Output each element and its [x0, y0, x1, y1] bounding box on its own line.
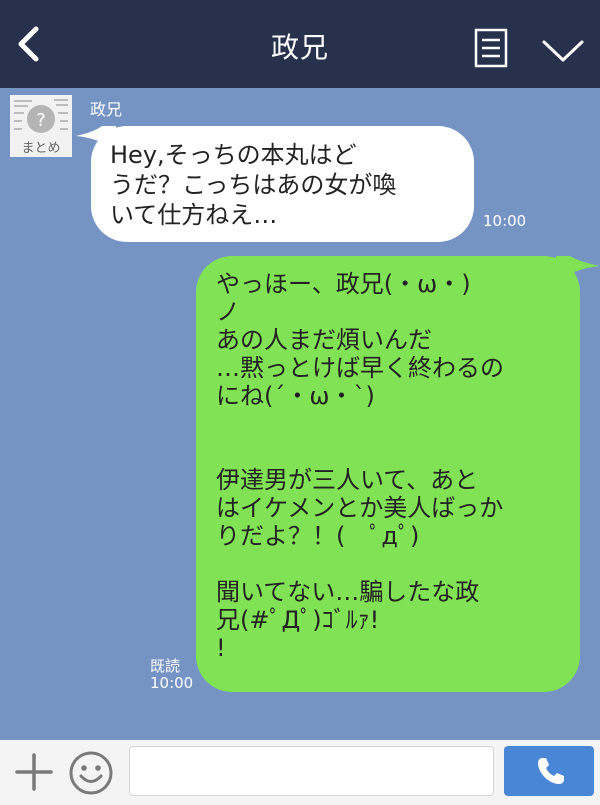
svg-text:?: ? — [36, 110, 46, 131]
note-icon[interactable] — [474, 28, 508, 68]
header-bar: 政兄 — [0, 0, 600, 88]
incoming-timestamp: 10:00 — [483, 212, 527, 230]
plus-icon[interactable] — [14, 752, 54, 792]
message-input[interactable] — [129, 746, 494, 796]
avatar[interactable]: ? まとめ — [10, 95, 72, 157]
phone-icon — [538, 758, 564, 784]
avatar-text: まとめ — [21, 141, 60, 156]
incoming-message-text: Hey,そっちの本丸はど うだ？こっちはあの女が喚 いて仕方ねえ… — [110, 141, 397, 229]
sender-name: 政兄 — [90, 100, 123, 119]
outgoing-timestamp: 10:00 — [150, 674, 194, 692]
read-receipt: 既読 — [150, 657, 181, 675]
chevron-down-icon[interactable] — [541, 38, 585, 64]
call-button[interactable] — [504, 746, 594, 796]
chat-screen: 政兄 ? まとめ 政兄 Hey,そっちの本丸はど うだ？こっちはあの女が喚 いて… — [0, 0, 600, 805]
avatar-image: ? まとめ — [10, 95, 72, 157]
outgoing-message-text: やっほー、政兄(・ω・) ノ あの人まだ煩いんだ …黙っとけば早く終わるの にね… — [216, 270, 504, 662]
chat-title: 政兄 — [270, 31, 329, 64]
smiley-icon[interactable] — [68, 750, 114, 796]
